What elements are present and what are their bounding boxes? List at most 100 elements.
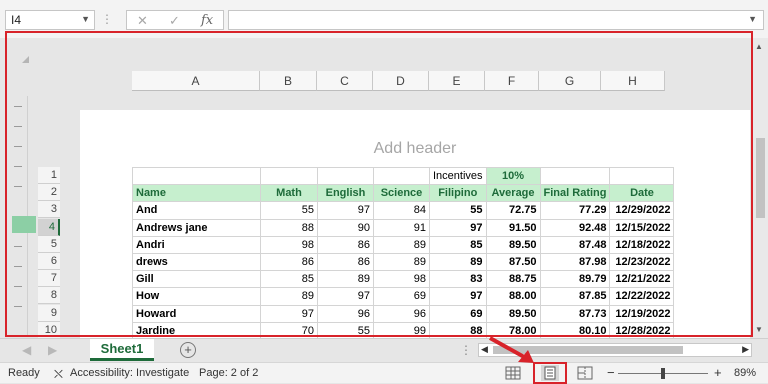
scroll-left-icon[interactable]: ◀	[481, 344, 488, 355]
table-cell[interactable]: 55	[317, 321, 374, 340]
table-cell[interactable]: 12/28/2022	[609, 321, 675, 340]
table-header-cell[interactable]: Filipino	[429, 184, 487, 203]
select-all-corner[interactable]	[22, 56, 29, 63]
table-cell[interactable]: 88	[429, 321, 487, 340]
table-cell[interactable]: 12/15/2022	[609, 218, 675, 237]
table-cell[interactable]: 89.50	[485, 304, 541, 323]
sheet-tab-sheet1[interactable]: Sheet1	[90, 339, 154, 361]
table-cell[interactable]	[260, 166, 318, 186]
column-header-b[interactable]: B	[260, 71, 317, 91]
column-header-d[interactable]: D	[373, 71, 429, 91]
row-header-2[interactable]: 2	[38, 184, 60, 202]
table-cell[interactable]: 88.75	[485, 270, 541, 289]
table-cell[interactable]	[539, 166, 611, 186]
table-cell[interactable]: 77.29	[539, 201, 611, 220]
table-cell[interactable]: 89	[429, 252, 487, 272]
row-header-4[interactable]: 4	[38, 218, 60, 236]
table-cell[interactable]: drews	[132, 252, 261, 272]
table-cell[interactable]: 89	[317, 270, 374, 289]
enter-icon[interactable]: ✓	[169, 13, 180, 29]
table-cell[interactable]: 97	[429, 218, 487, 237]
table-cell[interactable]: 99	[373, 321, 430, 340]
table-header-cell[interactable]: Average	[485, 184, 541, 203]
table-cell[interactable]: Gill	[132, 270, 261, 289]
table-cell[interactable]: 88	[260, 218, 318, 237]
row-header-9[interactable]: 9	[38, 304, 60, 322]
table-cell[interactable]: 89	[373, 252, 430, 272]
table-header-cell[interactable]: English	[317, 184, 374, 203]
tab-splitter-icon[interactable]: ⋮	[460, 343, 472, 357]
expand-formula-bar-icon[interactable]: ▼	[748, 14, 757, 24]
zoom-out-button[interactable]: −	[607, 365, 615, 380]
vertical-scroll-thumb[interactable]	[756, 138, 765, 218]
table-cell[interactable]: 87.73	[539, 304, 611, 323]
page-header-placeholder[interactable]: Add header	[80, 140, 750, 158]
table-cell[interactable]: 91.50	[485, 218, 541, 237]
table-cell[interactable]: 89.79	[539, 270, 611, 289]
zoom-level[interactable]: 89%	[734, 367, 756, 379]
table-cell[interactable]: 96	[317, 304, 374, 323]
row-header-1[interactable]: 1	[38, 167, 60, 184]
table-cell[interactable]: 12/23/2022	[609, 252, 675, 272]
row-header-5[interactable]: 5	[38, 235, 60, 253]
row-header-7[interactable]: 7	[38, 270, 60, 288]
table-cell[interactable]	[373, 166, 430, 186]
table-cell[interactable]: 86	[317, 252, 374, 272]
next-sheet-icon[interactable]: ▶	[48, 343, 57, 357]
scroll-up-icon[interactable]: ▲	[755, 42, 763, 51]
column-header-a[interactable]: A	[132, 71, 260, 91]
table-cell[interactable]: 92.48	[539, 218, 611, 237]
add-sheet-icon[interactable]: +	[180, 342, 196, 358]
table-cell[interactable]	[317, 166, 374, 186]
table-cell[interactable]: 91	[373, 218, 430, 237]
table-cell[interactable]: 55	[429, 201, 487, 220]
table-cell[interactable]: 87.85	[539, 287, 611, 306]
table-cell[interactable]: Howard	[132, 304, 261, 323]
incentives-value[interactable]: 10%	[485, 166, 541, 186]
table-header-cell[interactable]: Math	[260, 184, 318, 203]
table-cell[interactable]: 89	[373, 235, 430, 254]
table-cell[interactable]: 89.50	[485, 235, 541, 254]
table-cell[interactable]: 80.10	[539, 321, 611, 340]
table-cell[interactable]: 12/22/2022	[609, 287, 675, 306]
table-cell[interactable]: 83	[429, 270, 487, 289]
table-cell[interactable]: 98	[373, 270, 430, 289]
table-cell[interactable]: 98	[260, 235, 318, 254]
previous-sheet-icon[interactable]: ◀	[22, 343, 31, 357]
table-cell[interactable]: How	[132, 287, 261, 306]
column-header-c[interactable]: C	[317, 71, 373, 91]
table-cell[interactable]: 85	[429, 235, 487, 254]
zoom-slider-thumb[interactable]	[661, 368, 665, 379]
table-cell[interactable]: 12/18/2022	[609, 235, 675, 254]
table-cell[interactable]: 87.50	[485, 252, 541, 272]
table-cell[interactable]	[132, 166, 261, 186]
table-cell[interactable]: 87.98	[539, 252, 611, 272]
row-header-8[interactable]: 8	[38, 287, 60, 305]
table-cell[interactable]: 84	[373, 201, 430, 220]
column-header-e[interactable]: E	[429, 71, 485, 91]
column-header-f[interactable]: F	[485, 71, 539, 91]
zoom-in-button[interactable]: +	[714, 365, 722, 380]
column-header-h[interactable]: H	[601, 71, 665, 91]
table-cell[interactable]: 88.00	[485, 287, 541, 306]
row-header-10[interactable]: 10	[38, 321, 60, 339]
table-cell[interactable]: 12/19/2022	[609, 304, 675, 323]
table-cell[interactable]: 86	[317, 235, 374, 254]
table-cell[interactable]: Andri	[132, 235, 261, 254]
table-cell[interactable]: 86	[260, 252, 318, 272]
table-cell[interactable]: 12/21/2022	[609, 270, 675, 289]
table-cell[interactable]: 69	[429, 304, 487, 323]
table-cell[interactable]: 72.75	[485, 201, 541, 220]
table-header-cell[interactable]: Final Rating	[539, 184, 611, 203]
accessibility-status[interactable]: Accessibility: Investigate	[70, 367, 189, 379]
table-cell[interactable]: 55	[260, 201, 318, 220]
table-cell[interactable]: 97	[317, 201, 374, 220]
row-header-3[interactable]: 3	[38, 201, 60, 219]
row-header-6[interactable]: 6	[38, 253, 60, 270]
table-cell[interactable]: 70	[260, 321, 318, 340]
more-options-icon[interactable]: ⋮	[101, 12, 113, 26]
page-break-preview-icon[interactable]	[576, 365, 594, 381]
table-cell[interactable]: 90	[317, 218, 374, 237]
chevron-down-icon[interactable]: ▼	[81, 14, 90, 24]
table-cell[interactable]: Andrews jane	[132, 218, 261, 237]
